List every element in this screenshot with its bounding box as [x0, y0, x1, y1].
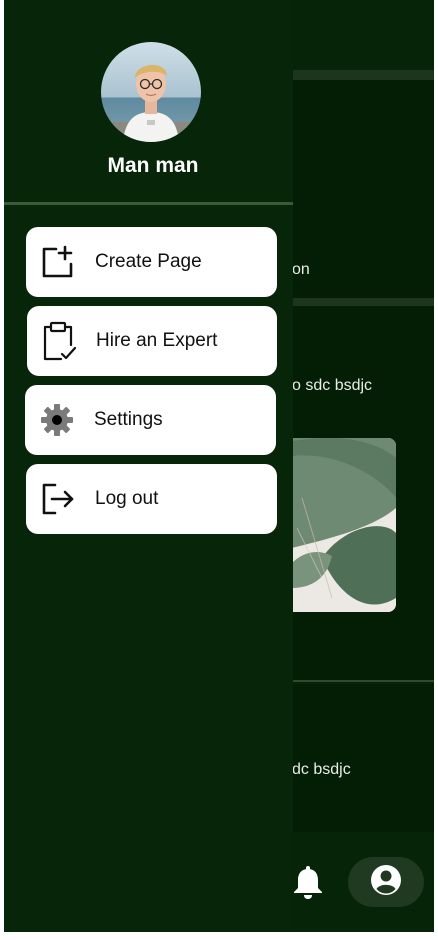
side-drawer: Man man Create Page Hire an Expert Setti… [4, 0, 293, 932]
clipboard-check-icon [41, 321, 77, 361]
app-screen: on o sdc bsdjc dc bsdjc Man man Create P… [4, 0, 434, 932]
add-page-icon [40, 244, 76, 280]
account-icon [370, 864, 402, 901]
menu-item-label: Log out [95, 488, 159, 509]
feed-divider [292, 680, 434, 682]
feed-separator [292, 298, 434, 306]
feed-card-text: on [292, 261, 310, 278]
feed-post-image[interactable] [292, 438, 396, 612]
hire-expert-button[interactable]: Hire an Expert [27, 306, 277, 376]
feed-header-strip [292, 70, 434, 80]
logout-icon [40, 481, 76, 517]
account-nav-button[interactable] [348, 857, 424, 907]
feed-card-text: dc bsdjc [292, 761, 351, 778]
avatar[interactable] [101, 42, 201, 142]
gear-icon [39, 402, 75, 438]
feed-card[interactable] [292, 80, 434, 298]
feed-card[interactable] [292, 684, 434, 832]
create-page-button[interactable]: Create Page [26, 227, 277, 297]
feed-card-text: o sdc bsdjc [292, 377, 373, 394]
drawer-divider [4, 202, 293, 205]
menu-item-label: Create Page [95, 251, 202, 272]
settings-button[interactable]: Settings [25, 385, 276, 455]
menu-item-label: Settings [94, 409, 163, 430]
menu-item-label: Hire an Expert [96, 330, 218, 351]
log-out-button[interactable]: Log out [26, 464, 277, 534]
user-name: Man man [107, 154, 199, 177]
bell-icon[interactable] [290, 866, 326, 900]
